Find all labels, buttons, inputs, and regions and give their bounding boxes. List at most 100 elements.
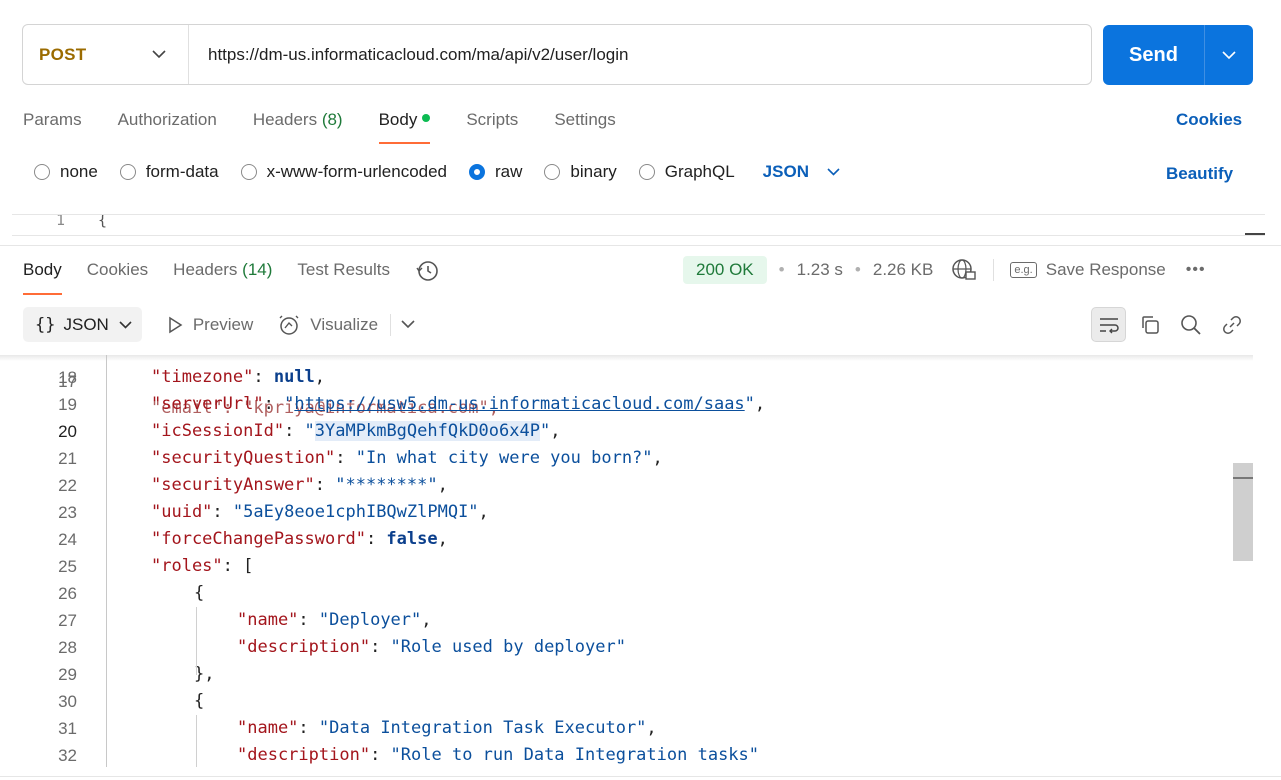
- json-key: "icSessionId": [151, 421, 285, 441]
- json-quote: ": [304, 421, 315, 441]
- response-body-viewer[interactable]: 17 "email": "kpriya@informatica.com", 18…: [0, 355, 1253, 767]
- wrap-lines-button[interactable]: [1091, 307, 1126, 342]
- tab-headers[interactable]: Headers (8): [253, 108, 343, 144]
- chevron-down-icon: [1222, 50, 1236, 59]
- json-punctuation: ,: [652, 448, 663, 468]
- copy-button[interactable]: [1132, 307, 1167, 342]
- code-text: "description": "Role used by deployer": [237, 634, 626, 661]
- code-text: "forceChangePassword": false,: [151, 526, 448, 553]
- radio-urlencoded[interactable]: x-www-form-urlencoded: [240, 162, 447, 182]
- send-button-group: Send: [1103, 25, 1253, 85]
- line-number: 21: [58, 449, 77, 468]
- json-key: "name": [237, 610, 299, 630]
- headers-count: (8): [321, 110, 343, 129]
- tab-settings[interactable]: Settings: [554, 108, 615, 144]
- status-badge[interactable]: 200 OK: [683, 256, 767, 284]
- divider: [993, 259, 995, 281]
- preview-button[interactable]: Preview: [166, 315, 253, 335]
- json-colon: :: [298, 610, 319, 630]
- json-quote: ": [744, 394, 755, 414]
- tab-label: Authorization: [117, 110, 217, 129]
- body-indicator-dot: [422, 114, 431, 122]
- cookies-link[interactable]: Cookies: [1176, 110, 1242, 130]
- json-bracket: },: [194, 664, 215, 684]
- pane-divider[interactable]: [0, 245, 1281, 246]
- radio-label: raw: [495, 162, 523, 181]
- tab-authorization[interactable]: Authorization: [118, 108, 217, 144]
- response-view-bar: {} JSON Preview Visualize: [23, 307, 415, 342]
- chevron-down-icon[interactable]: [401, 320, 415, 329]
- radio-form-data[interactable]: form-data: [119, 162, 219, 182]
- response-meta: 200 OK • 1.23 s • 2.26 KB e.g. Save Resp…: [683, 256, 1206, 284]
- tab-params[interactable]: Params: [23, 108, 82, 144]
- radio-circle: [34, 164, 50, 180]
- json-key: "securityAnswer": [151, 475, 315, 495]
- radio-graphql[interactable]: GraphQL: [638, 162, 735, 182]
- preview-label: Preview: [192, 314, 254, 334]
- request-body-editor[interactable]: 1 {: [12, 214, 1265, 236]
- link-icon: [1222, 315, 1241, 334]
- send-button[interactable]: Send: [1103, 25, 1205, 85]
- beautify-button[interactable]: Beautify: [1166, 164, 1233, 184]
- resp-tab-test-results[interactable]: Test Results: [297, 258, 390, 295]
- history-icon[interactable]: [415, 259, 441, 283]
- code-text: "uuid": "5aEy8eoe1cphIBQwZlPMQI",: [151, 499, 489, 526]
- json-value: false: [386, 529, 438, 549]
- json-key: "name": [237, 718, 299, 738]
- tab-label: Headers: [173, 260, 238, 279]
- search-icon: [1180, 314, 1201, 335]
- link-button[interactable]: [1214, 307, 1249, 342]
- radio-binary[interactable]: binary: [544, 162, 617, 182]
- line-number: 1: [56, 214, 66, 229]
- response-format-select[interactable]: {} JSON: [23, 307, 142, 342]
- json-value: "Data Integration Task Executor": [318, 718, 647, 738]
- url-input[interactable]: https://dm-us.informaticacloud.com/ma/ap…: [189, 45, 628, 65]
- json-quote: ": [284, 394, 295, 414]
- method-label: POST: [39, 44, 87, 64]
- code-text: "securityAnswer": "********",: [151, 472, 448, 499]
- json-value: "********": [335, 475, 438, 495]
- more-options-icon[interactable]: •••: [1186, 261, 1206, 279]
- globe-lock-icon[interactable]: [951, 258, 977, 282]
- tab-scripts[interactable]: Scripts: [466, 108, 518, 144]
- tab-body[interactable]: Body: [378, 108, 431, 144]
- radio-raw[interactable]: raw: [469, 162, 522, 182]
- json-punctuation: ,: [550, 421, 561, 441]
- response-tools: [1091, 307, 1255, 342]
- separator-dot: •: [854, 260, 861, 279]
- send-dropdown[interactable]: [1205, 25, 1253, 85]
- response-size[interactable]: 2.26 KB: [873, 260, 934, 280]
- radio-circle: [544, 164, 561, 180]
- radio-circle: [638, 164, 655, 180]
- gutter-border: [106, 355, 107, 767]
- json-bracket: {: [194, 691, 205, 711]
- resp-tab-cookies[interactable]: Cookies: [87, 258, 148, 295]
- visualize-label: Visualize: [310, 314, 379, 334]
- save-response-button[interactable]: e.g. Save Response: [1010, 260, 1166, 280]
- visualize-button[interactable]: Visualize: [277, 314, 378, 336]
- body-format-select[interactable]: JSON: [763, 162, 840, 182]
- braces-icon: {}: [35, 314, 56, 335]
- tab-label: Scripts: [466, 110, 519, 129]
- json-colon: :: [370, 745, 391, 765]
- line-number: 18: [58, 368, 77, 387]
- json-key: "timezone": [151, 367, 254, 387]
- chevron-down-icon: [119, 320, 132, 329]
- resp-tab-headers[interactable]: Headers (14): [173, 258, 272, 295]
- method-select[interactable]: POST: [23, 25, 189, 84]
- body-type-options: none form-data x-www-form-urlencoded raw…: [34, 162, 840, 182]
- search-button[interactable]: [1173, 307, 1208, 342]
- json-value: "Deployer": [318, 610, 422, 630]
- json-bracket: {: [194, 583, 205, 603]
- scroll-shadow: [0, 355, 1253, 361]
- resp-tab-body[interactable]: Body: [23, 258, 62, 295]
- json-link: https://usw5.dm-us.informaticacloud.com/…: [294, 394, 745, 414]
- response-time[interactable]: 1.23 s: [797, 260, 843, 280]
- editor-scrollbar[interactable]: [1245, 215, 1265, 235]
- json-value-highlighted: 3YaMPkmBgQehfQkD0o6x4P: [314, 421, 540, 441]
- radio-none[interactable]: none: [34, 162, 98, 182]
- json-key: "securityQuestion": [151, 448, 336, 468]
- json-quote: ": [539, 421, 551, 441]
- json-value: null: [273, 367, 315, 387]
- response-scrollbar[interactable]: [1233, 463, 1253, 561]
